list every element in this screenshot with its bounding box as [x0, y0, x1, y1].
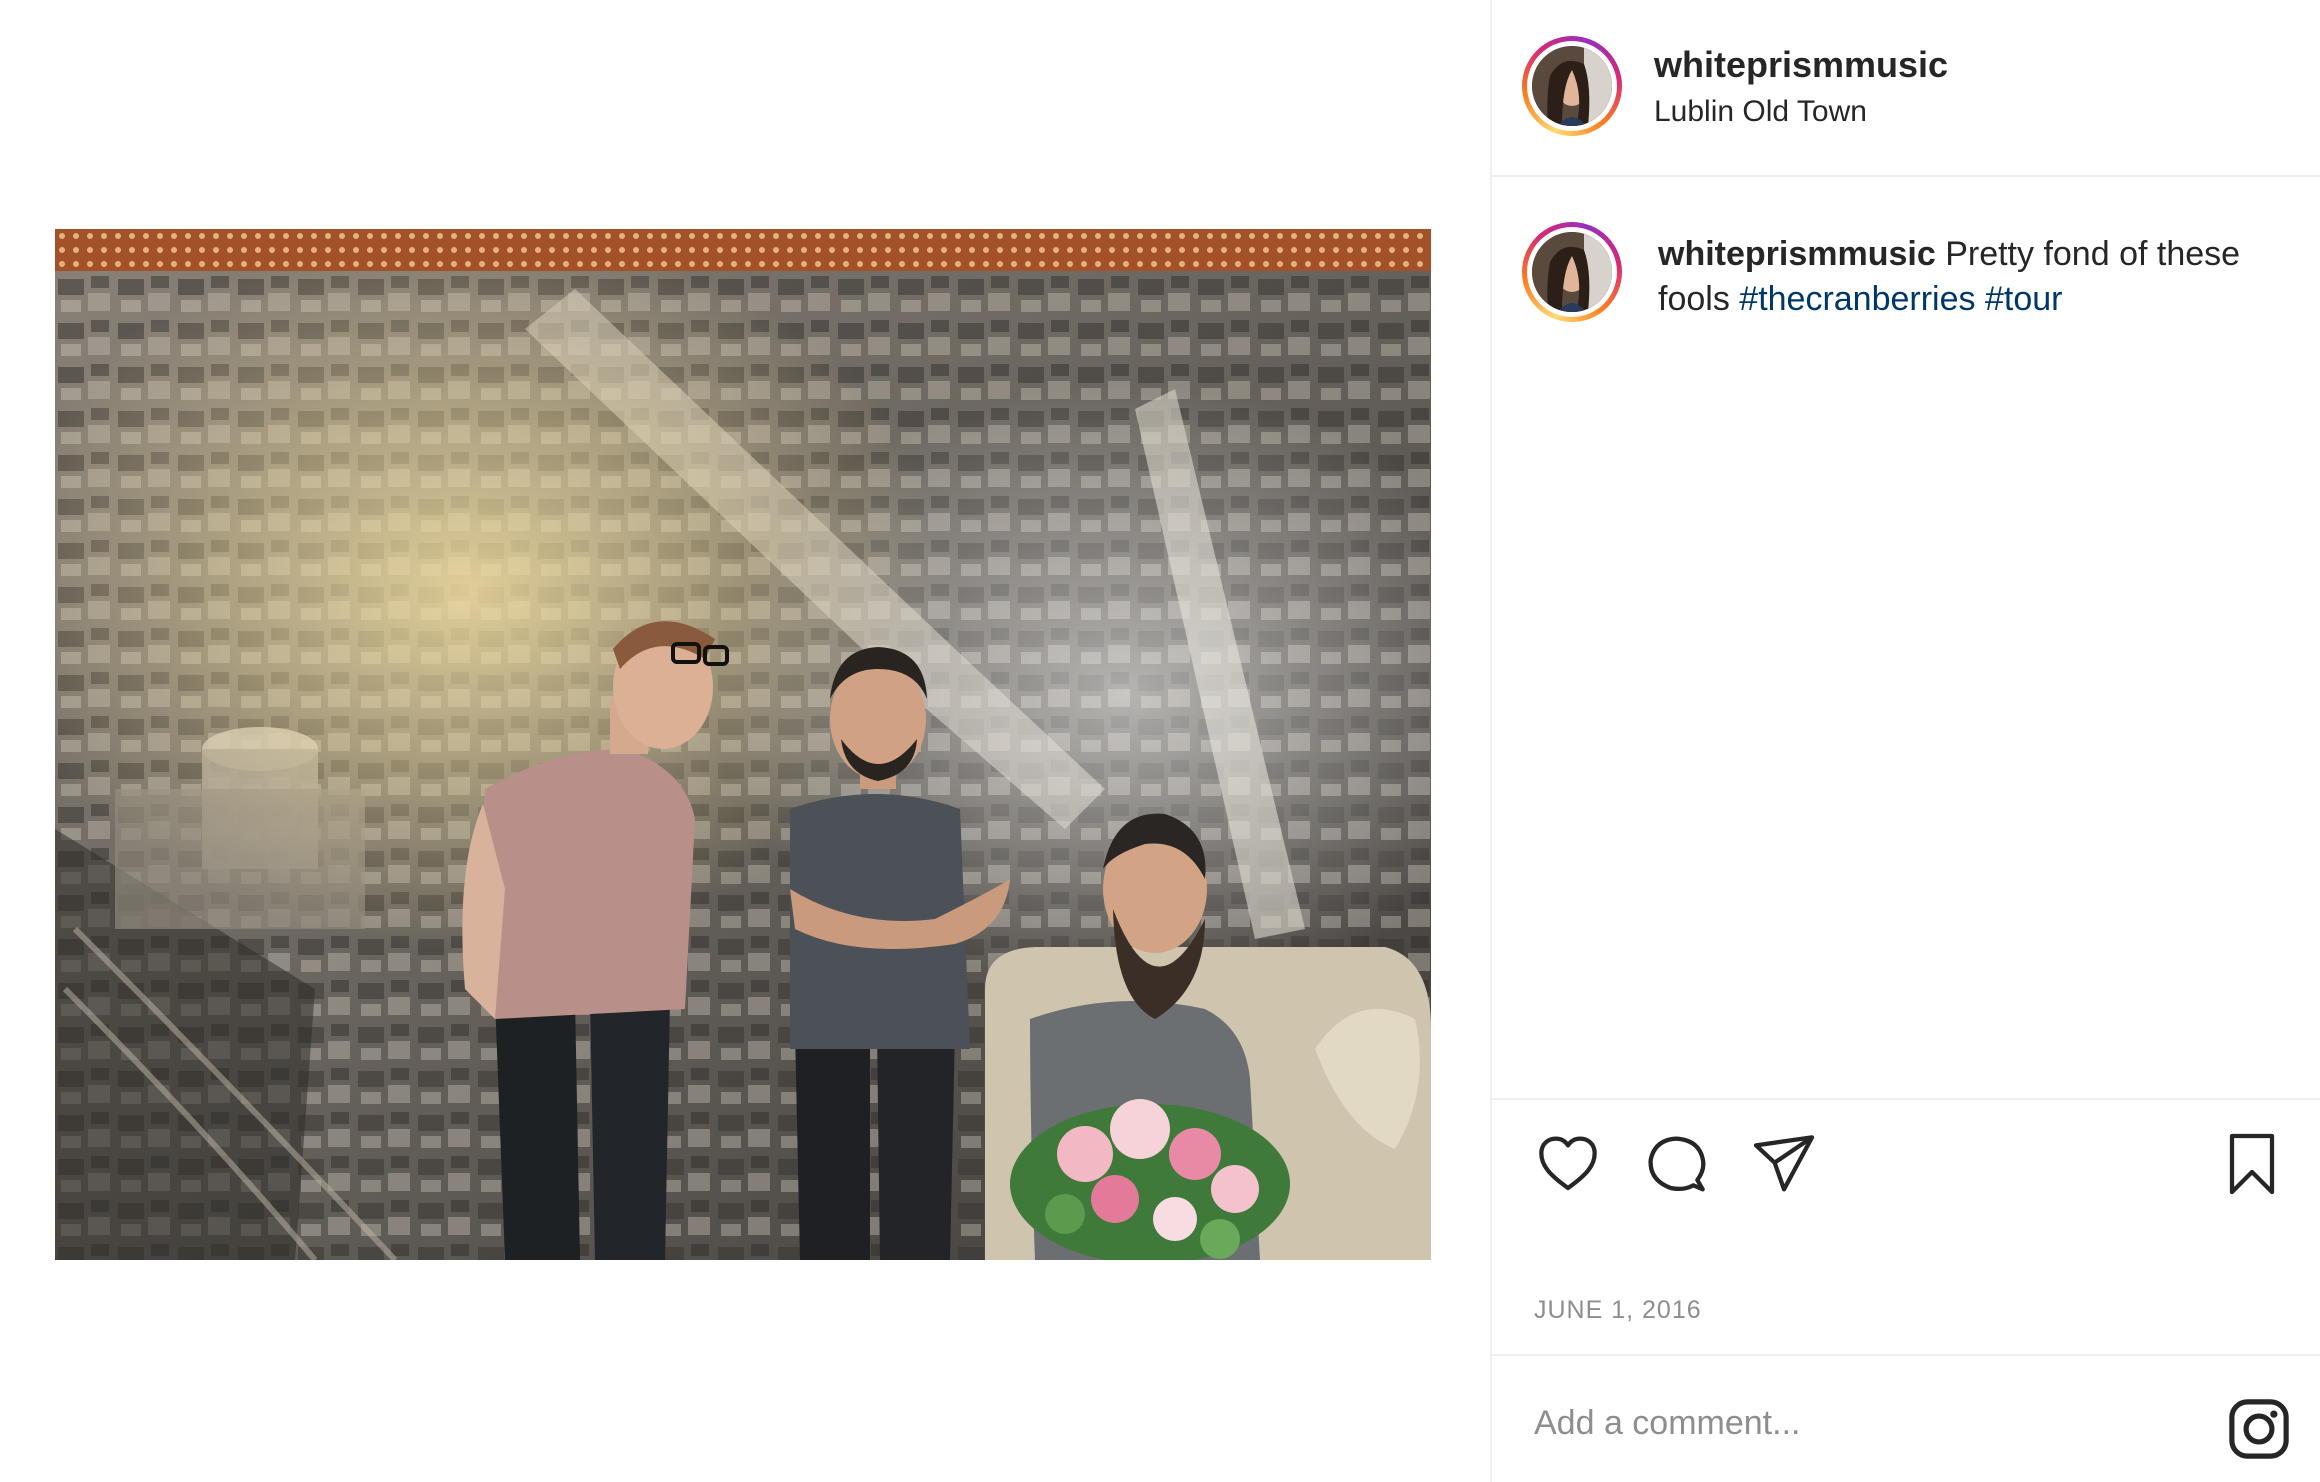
- hashtag-link[interactable]: #tour: [1985, 280, 2063, 318]
- post-actions: [1492, 1100, 2320, 1220]
- post-sidebar: whiteprismmusic Lublin Old Town whitepri…: [1492, 0, 2320, 1482]
- bookmark-icon[interactable]: [2220, 1132, 2284, 1196]
- comment-icon[interactable]: [1644, 1132, 1708, 1196]
- comment-bar: [1492, 1356, 2320, 1482]
- caption-text: whiteprismmusic Pretty fond of these foo…: [1658, 232, 2298, 322]
- post-photo[interactable]: [55, 229, 1431, 1260]
- paper-plane-icon[interactable]: [1752, 1132, 1816, 1196]
- post-header: whiteprismmusic Lublin Old Town: [1492, 0, 2320, 177]
- band-photo-illustration: [55, 229, 1431, 1260]
- avatar-image: [1532, 46, 1612, 126]
- avatar-image: [1532, 232, 1612, 312]
- author-avatar[interactable]: [1522, 36, 1622, 136]
- caption-avatar[interactable]: [1522, 222, 1622, 322]
- hashtag-link[interactable]: #thecranberries: [1739, 280, 1975, 318]
- heart-icon[interactable]: [1536, 1132, 1600, 1196]
- post-media-pane: [0, 0, 1490, 1482]
- caption-username[interactable]: whiteprismmusic: [1658, 235, 1936, 273]
- post-author-username[interactable]: whiteprismmusic: [1654, 44, 1948, 86]
- header-divider: [1492, 175, 2320, 177]
- comment-input[interactable]: [1534, 1398, 2194, 1448]
- post-date[interactable]: JUNE 1, 2016: [1534, 1296, 1702, 1325]
- post-location[interactable]: Lublin Old Town: [1654, 95, 1867, 129]
- instagram-logo-icon[interactable]: [2228, 1398, 2290, 1460]
